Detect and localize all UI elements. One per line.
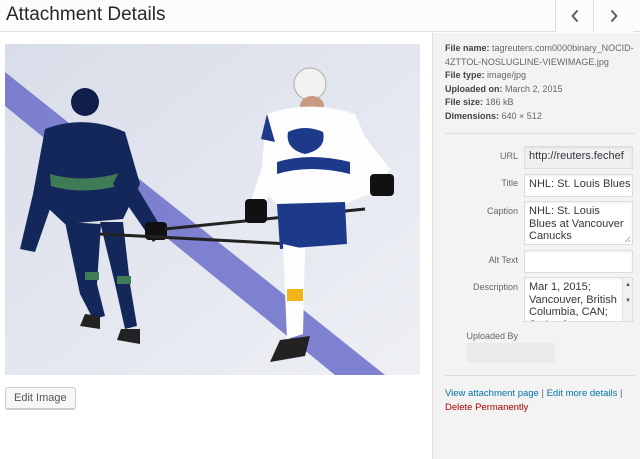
hockey-photo [5,44,420,375]
scroll-down-icon[interactable]: ▼ [625,298,631,304]
description-label: Description [472,282,518,292]
caption-text: NHL: St. Louis Blues at Vancouver Canuck… [529,205,624,242]
details-divider [445,133,635,134]
caption-textarea[interactable]: NHL: St. Louis Blues at Vancouver Canuck… [524,201,633,245]
file-type-label: File type: [445,70,485,80]
view-attachment-page-link[interactable]: View attachment page [445,388,539,399]
uploaded-on-row: Uploaded on: March 2, 2015 [445,83,637,97]
link-separator: | [541,388,544,399]
uploaded-by-label: Uploaded By [466,331,518,341]
link-separator: | [620,388,623,399]
media-preview-area: Edit Image [0,33,432,459]
dimensions-row: Dimensions: 640 × 512 [445,110,637,124]
title-input[interactable]: NHL: St. Louis Blues [524,174,633,197]
caption-label: Caption [486,206,518,216]
url-label: URL [499,151,518,161]
file-details: File name: tagreuters.com0000binary_NOCI… [445,42,637,123]
edit-image-button[interactable]: Edit Image [5,387,76,409]
dimensions-value: 640 × 512 [501,110,542,121]
attachment-info-sidebar: File name: tagreuters.com0000binary_NOCI… [432,33,640,459]
scroll-up-icon[interactable]: ▲ [625,282,631,288]
file-type-row: File type: image/jpg [445,69,637,83]
description-text: Mar 1, 2015; Vancouver, British Columbia… [529,281,617,321]
description-textarea[interactable]: Mar 1, 2015; Vancouver, British Columbia… [524,277,633,322]
chevron-right-icon [610,9,618,23]
description-scrollbar[interactable]: ▲ ▼ [622,278,632,321]
file-size-value: 186 kB [485,97,514,107]
page-title: Attachment Details [6,4,166,25]
attachment-details-modal: Attachment Details Edit Image File name:… [0,0,640,459]
links-divider [445,375,635,376]
dimensions-label: Dimensions: [445,110,500,121]
next-attachment-button[interactable] [593,0,633,32]
chevron-left-icon [570,9,578,23]
file-name-label: File name: [445,43,490,53]
uploaded-by-value [467,343,555,363]
attachment-image[interactable] [5,44,420,375]
title-label: Title [501,178,518,188]
uploaded-on-label: Uploaded on: [445,83,503,94]
alt-text-label: Alt Text [488,255,518,265]
file-size-label: File size: [445,97,484,107]
file-type-value: image/jpg [487,70,527,80]
delete-permanently-link[interactable]: Delete Permanently [445,402,528,413]
resize-grip-icon[interactable] [624,236,631,243]
modal-header: Attachment Details [0,0,640,32]
alt-text-input[interactable] [524,250,633,273]
url-input[interactable]: http://reuters.fechef [524,146,633,169]
file-size-row: File size: 186 kB [445,96,637,110]
edit-more-details-link[interactable]: Edit more details [547,388,618,399]
file-name-row: File name: tagreuters.com0000binary_NOCI… [445,42,637,69]
previous-attachment-button[interactable] [555,0,593,32]
attachment-actions: View attachment page | Edit more details… [445,387,637,414]
uploaded-on-value: March 2, 2015 [505,83,563,94]
